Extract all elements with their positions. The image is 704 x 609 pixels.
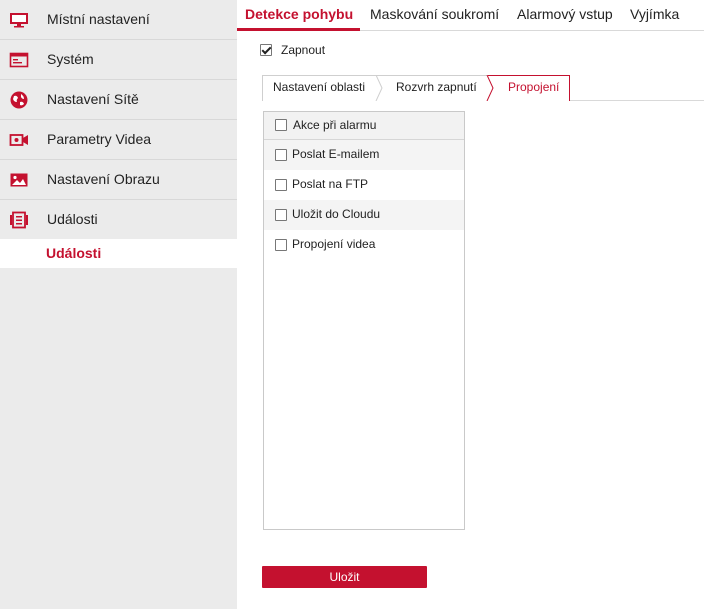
sidebar-item-label: Parametry Videa bbox=[47, 131, 152, 147]
save-cloud-checkbox[interactable] bbox=[275, 209, 287, 221]
video-linkage-checkbox[interactable] bbox=[275, 239, 287, 251]
panel-header: Akce při alarmu bbox=[264, 112, 464, 140]
monitor-icon bbox=[10, 13, 28, 28]
select-all-checkbox[interactable] bbox=[275, 119, 287, 131]
top-tab-bar: Detekce pohybu Maskování soukromí Alarmo… bbox=[237, 0, 704, 31]
tab-privacy-mask[interactable]: Maskování soukromí bbox=[370, 6, 499, 22]
send-ftp-checkbox[interactable] bbox=[275, 179, 287, 191]
sidebar-item-system[interactable]: Systém bbox=[0, 40, 237, 80]
save-cloud-label: Uložit do Cloudu bbox=[292, 207, 381, 221]
send-email-checkbox[interactable] bbox=[275, 149, 287, 161]
image-icon bbox=[10, 173, 28, 187]
enable-checkbox[interactable] bbox=[260, 44, 272, 56]
events-icon bbox=[10, 211, 28, 229]
sidebar-subitem-label: Události bbox=[46, 245, 102, 261]
sidebar-item-label: Místní nastavení bbox=[47, 11, 150, 27]
subtab-separator bbox=[375, 75, 383, 101]
tab-alarm-input[interactable]: Alarmový vstup bbox=[517, 6, 613, 22]
sidebar-item-label: Události bbox=[47, 211, 98, 227]
enable-label: Zapnout bbox=[281, 43, 326, 57]
sidebar-item-video-params[interactable]: Parametry Videa bbox=[0, 120, 237, 160]
save-button[interactable]: Uložit bbox=[262, 566, 427, 588]
list-item[interactable]: Poslat na FTP bbox=[264, 170, 464, 200]
sidebar: Místní nastavení Systém Nastavení Sítě P… bbox=[0, 0, 237, 609]
alarm-actions-panel: Akce při alarmu Poslat E-mailem Poslat n… bbox=[263, 111, 465, 530]
sidebar-item-network[interactable]: Nastavení Sítě bbox=[0, 80, 237, 120]
tab-exception[interactable]: Vyjímka bbox=[630, 6, 679, 22]
video-camera-icon bbox=[9, 134, 28, 146]
send-ftp-label: Poslat na FTP bbox=[292, 177, 369, 191]
sidebar-subitem-events[interactable]: Události bbox=[0, 239, 237, 268]
globe-icon bbox=[10, 91, 28, 109]
send-email-label: Poslat E-mailem bbox=[292, 147, 380, 161]
sidebar-item-image-settings[interactable]: Nastavení Obrazu bbox=[0, 160, 237, 200]
sidebar-item-local-settings[interactable]: Místní nastavení bbox=[0, 0, 237, 40]
list-item[interactable]: Propojení videa bbox=[264, 230, 464, 260]
subtab-linkage[interactable]: Propojení bbox=[508, 80, 559, 94]
sidebar-item-label: Nastavení Obrazu bbox=[47, 171, 160, 187]
video-linkage-label: Propojení videa bbox=[292, 237, 376, 251]
tab-motion-detection[interactable]: Detekce pohybu bbox=[245, 6, 353, 22]
subtab-separator-active bbox=[486, 75, 494, 101]
sidebar-item-events[interactable]: Události bbox=[0, 200, 237, 240]
sidebar-item-label: Systém bbox=[47, 51, 94, 67]
system-window-icon bbox=[9, 52, 29, 68]
active-tab-indicator bbox=[237, 28, 360, 31]
panel-header-label: Akce při alarmu bbox=[293, 118, 377, 132]
subtab-schedule[interactable]: Rozvrh zapnutí bbox=[396, 80, 477, 94]
subtab-area-settings[interactable]: Nastavení oblasti bbox=[273, 80, 365, 94]
sidebar-item-label: Nastavení Sítě bbox=[47, 91, 139, 107]
list-item[interactable]: Uložit do Cloudu bbox=[264, 200, 464, 230]
list-item[interactable]: Poslat E-mailem bbox=[264, 140, 464, 170]
